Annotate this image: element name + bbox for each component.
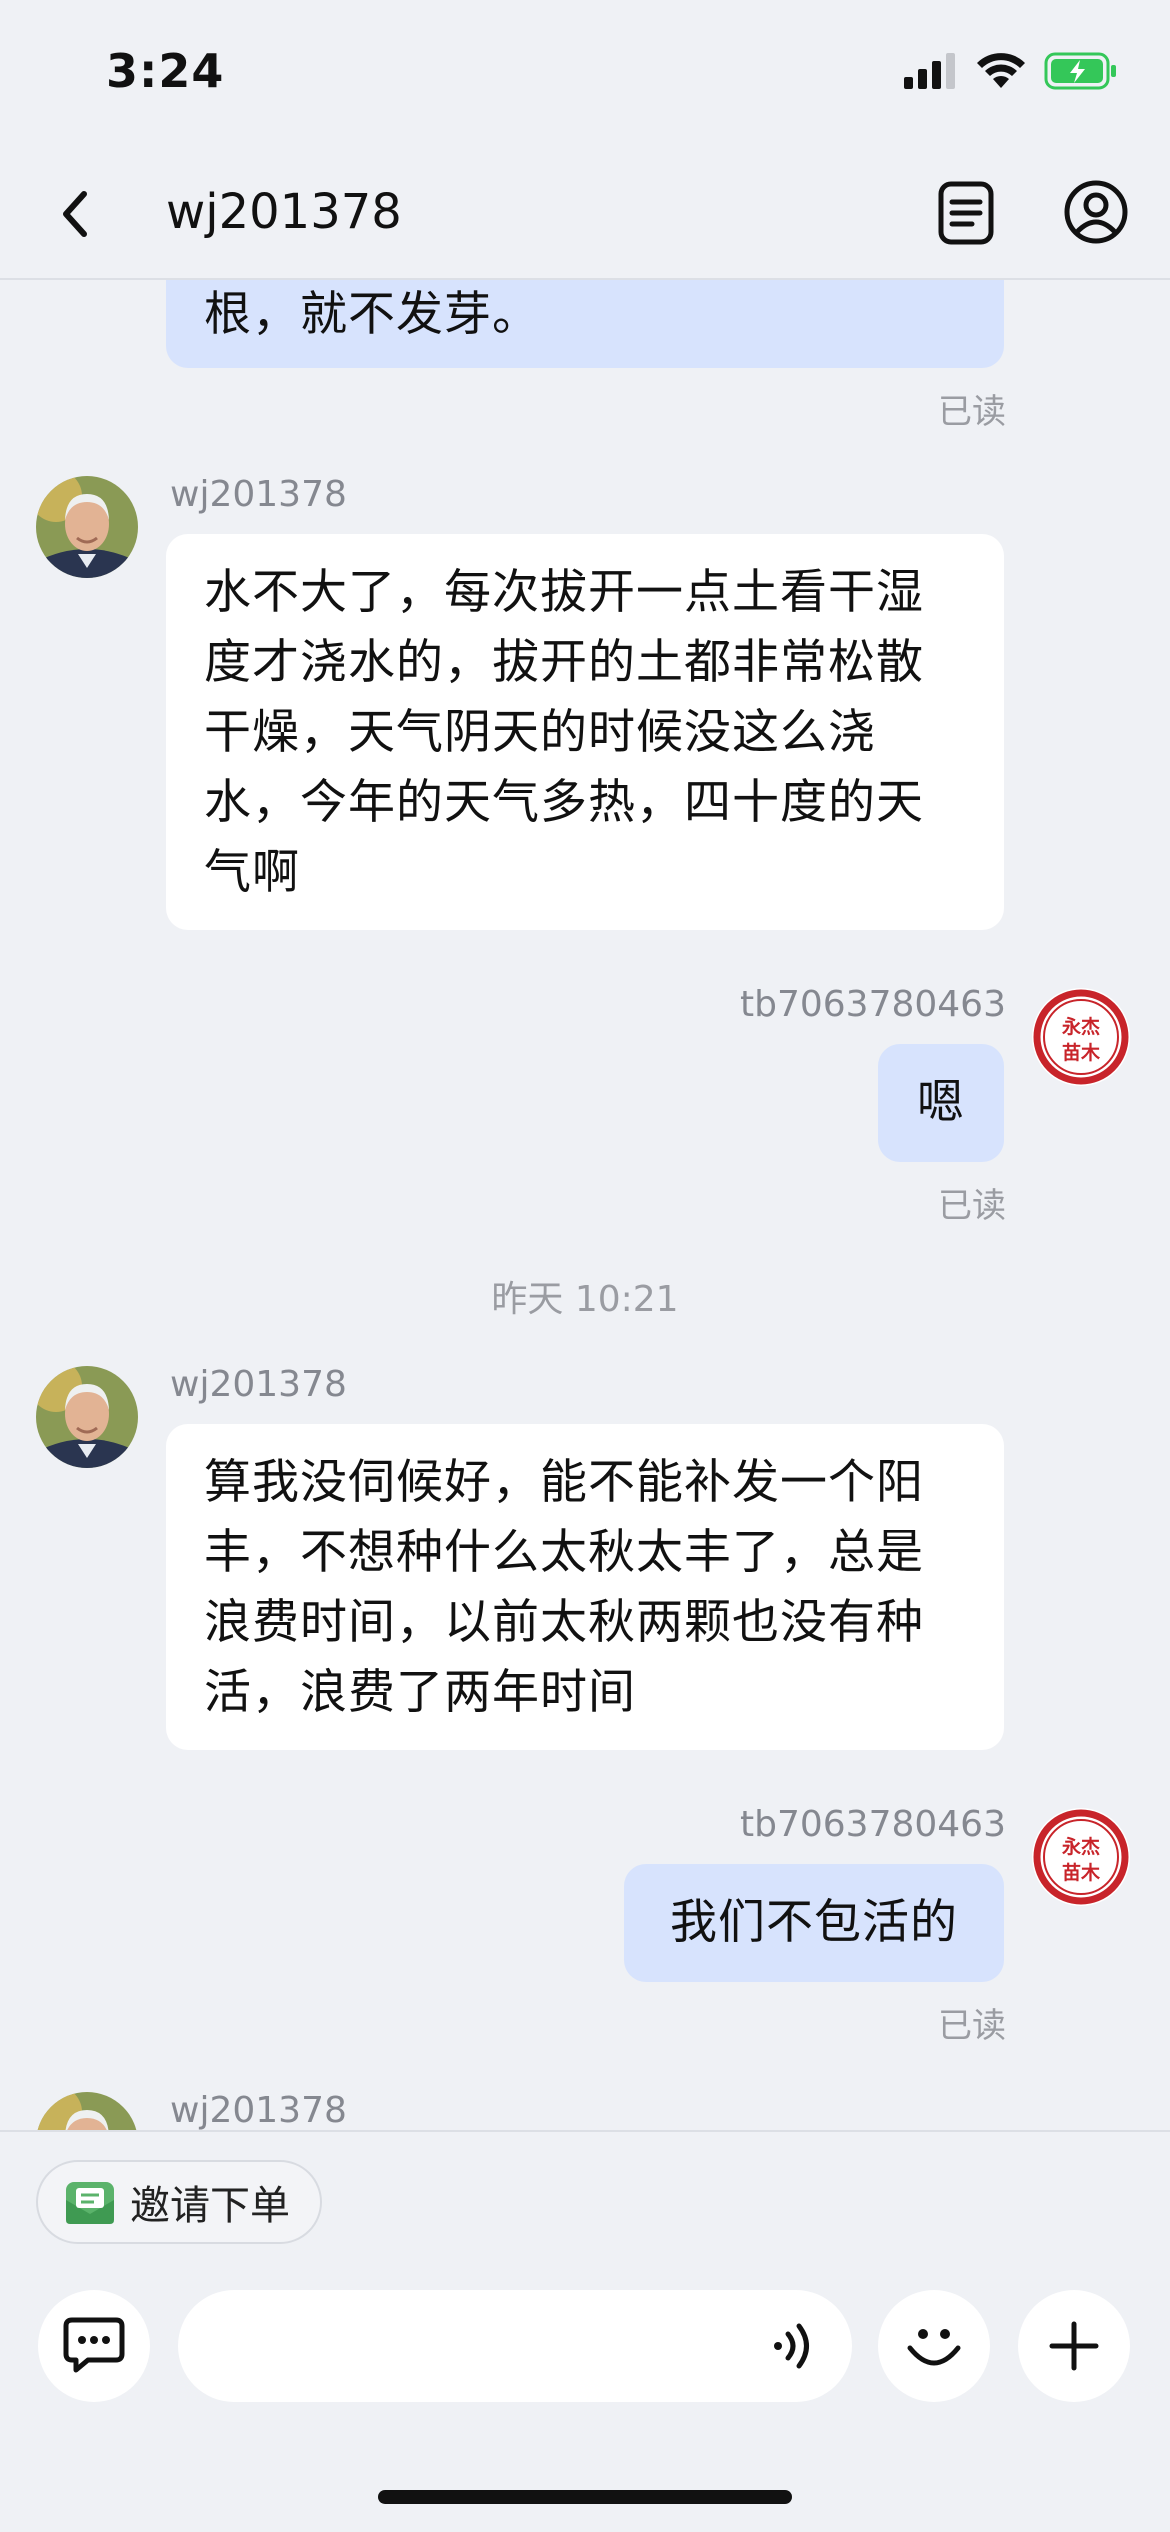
quick-reply-button[interactable]	[38, 2290, 150, 2402]
time-divider: 昨天 10:21	[491, 1279, 679, 1320]
voice-input-icon[interactable]	[766, 2318, 822, 2374]
status-icons	[904, 52, 1118, 90]
order-list-icon[interactable]	[936, 178, 996, 248]
sender-name: tb7063780463	[739, 984, 1006, 1025]
sender-name: wj201378	[170, 474, 347, 515]
buyer-avatar-icon	[36, 476, 138, 578]
sender-name: wj201378	[170, 1364, 347, 1405]
chat-bubble-icon	[63, 2317, 125, 2373]
buyer-avatar-icon	[36, 2092, 138, 2130]
message-text: 我们不包活的	[670, 1895, 958, 1950]
sender-name: wj201378	[170, 2090, 347, 2130]
seal-text-line1: 永杰	[1061, 1836, 1100, 1858]
message-bubble-sent[interactable]: 嗯	[878, 1044, 1004, 1162]
plus-icon	[1049, 2321, 1099, 2371]
status-time: 3:24	[106, 44, 225, 98]
read-status: 已读	[938, 2006, 1006, 2046]
invite-order-label: 邀请下单	[130, 2183, 290, 2229]
seal-text-line2: 苗木	[1061, 1042, 1100, 1064]
bottom-toolbar: 邀请下单	[0, 2130, 1170, 2532]
seal-text-line1: 永杰	[1061, 1016, 1100, 1038]
profile-icon[interactable]	[1064, 180, 1128, 244]
invite-envelope-icon	[66, 2182, 114, 2224]
more-button[interactable]	[1018, 2290, 1130, 2402]
smiley-icon	[907, 2329, 961, 2366]
message-bubble-sent[interactable]: 我们不包活的	[624, 1864, 1004, 1982]
seal-text-line2: 苗木	[1061, 1862, 1100, 1884]
read-status: 已读	[938, 392, 1006, 432]
chat-title: wj201378	[166, 184, 402, 240]
battery-charging-icon	[1044, 52, 1116, 90]
status-bar: 3:24	[0, 0, 1170, 150]
message-text: 根，就不发芽。	[204, 287, 540, 342]
message-bubble-sent[interactable]: 根，就不发芽。	[166, 280, 1004, 368]
message-input-box[interactable]	[178, 2290, 852, 2402]
seller-avatar[interactable]: 永杰 苗木	[1030, 986, 1132, 1088]
cellular-signal-icon	[904, 53, 955, 89]
emoji-button[interactable]	[878, 2290, 990, 2402]
buyer-avatar-icon	[36, 1366, 138, 1468]
chat-messages[interactable]: 根，就不发芽。 已读 wj201378 水不大了，每次拔开一点土看干湿度才浇水的…	[0, 280, 1170, 2130]
sender-name: tb7063780463	[739, 1804, 1006, 1845]
invite-order-button[interactable]: 邀请下单	[36, 2160, 322, 2244]
nav-bar: wj201378	[0, 150, 1170, 280]
read-status: 已读	[938, 1186, 1006, 1226]
message-text: 算我没伺候好，能不能补发一个阳丰，不想种什么太秋太丰了，总是浪费时间，以前太秋两…	[204, 1455, 924, 1720]
back-arrow-icon[interactable]	[48, 184, 108, 244]
message-bubble-received[interactable]: 算我没伺候好，能不能补发一个阳丰，不想种什么太秋太丰了，总是浪费时间，以前太秋两…	[166, 1424, 1004, 1750]
message-bubble-received[interactable]: 水不大了，每次拔开一点土看干湿度才浇水的，拔开的土都非常松散干燥，天气阴天的时候…	[166, 534, 1004, 930]
wifi-icon	[977, 53, 1025, 88]
message-text: 嗯	[917, 1075, 965, 1130]
avatar[interactable]	[36, 1366, 138, 1468]
avatar[interactable]	[36, 2092, 138, 2130]
message-input[interactable]	[214, 2312, 734, 2380]
home-indicator[interactable]	[378, 2490, 792, 2504]
avatar[interactable]	[36, 476, 138, 578]
message-text: 水不大了，每次拔开一点土看干湿度才浇水的，拔开的土都非常松散干燥，天气阴天的时候…	[204, 565, 924, 900]
seller-avatar[interactable]: 永杰 苗木	[1030, 1806, 1132, 1908]
